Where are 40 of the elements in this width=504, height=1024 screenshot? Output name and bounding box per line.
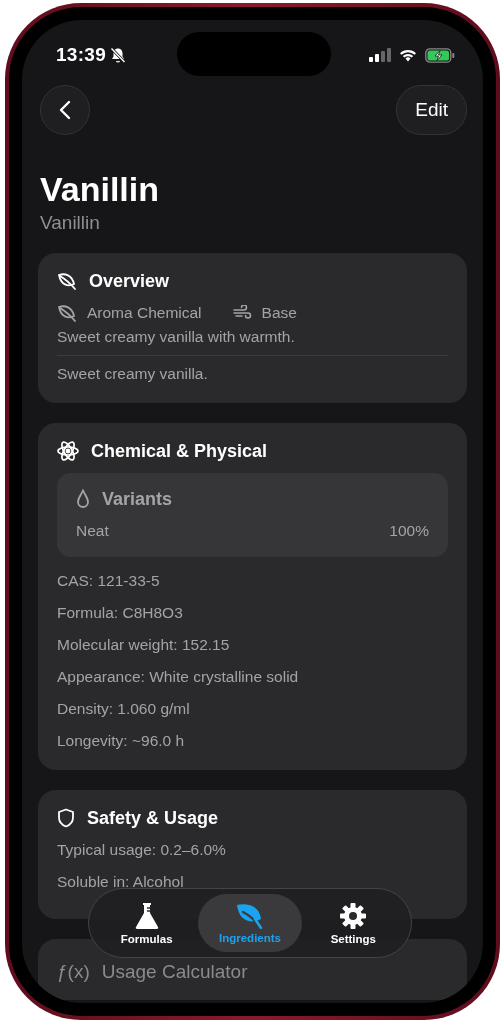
usage-text: Soluble in: Alcohol: [57, 872, 184, 892]
chevron-left-icon: [59, 100, 71, 120]
ingredient-subtitle: Vanillin: [40, 211, 100, 235]
property-text: Density: 1.060 g/ml: [57, 699, 190, 719]
function-icon: ƒ(x): [57, 961, 90, 983]
usage-text: Typical usage: 0.2–6.0%: [57, 840, 226, 860]
status-time: 13:39: [56, 44, 107, 66]
wifi-icon: [399, 48, 417, 62]
property-text: CAS: 121-33-5: [57, 571, 160, 591]
card-title: Safety & Usage: [87, 807, 219, 830]
card-title: Chemical & Physical: [91, 440, 268, 463]
wind-icon: [231, 305, 252, 321]
signal-icon: [369, 48, 391, 62]
tab[interactable]: Formulas: [95, 894, 199, 952]
property-text: Molecular weight: 152.15: [57, 635, 230, 655]
leaf-icon: [57, 304, 77, 322]
variant-amount: 100%: [389, 521, 429, 541]
tab[interactable]: Ingredients: [198, 894, 302, 952]
flask-icon[interactable]: [133, 901, 160, 930]
property-text: Formula: C8H8O3: [57, 603, 183, 623]
gear-icon[interactable]: [339, 901, 368, 930]
ingredient-title: Vanillin: [40, 169, 161, 209]
atom-icon: [57, 440, 79, 462]
shield-icon: [57, 808, 75, 828]
panel-title: Variants: [102, 488, 173, 511]
variant-name: Neat: [76, 521, 109, 541]
category-label: Aroma Chemical: [87, 303, 202, 323]
back-button[interactable]: [40, 85, 90, 135]
drop-icon: [76, 489, 90, 509]
leaf-icon[interactable]: [235, 902, 265, 929]
leaf-icon: [57, 272, 77, 290]
card-title: Overview: [89, 270, 170, 293]
tab[interactable]: Settings: [301, 894, 405, 952]
summary-text: Sweet creamy vanilla.: [57, 364, 208, 384]
property-text: Longevity: ~96.0 h: [57, 731, 185, 751]
property-text: Appearance: White crystalline solid: [57, 667, 299, 687]
note-label: Base: [261, 303, 297, 323]
edit-button[interactable]: Edit: [396, 85, 467, 135]
description-text: Sweet creamy vanilla with warmth.: [57, 327, 295, 347]
card-title: Usage Calculator: [101, 961, 248, 983]
